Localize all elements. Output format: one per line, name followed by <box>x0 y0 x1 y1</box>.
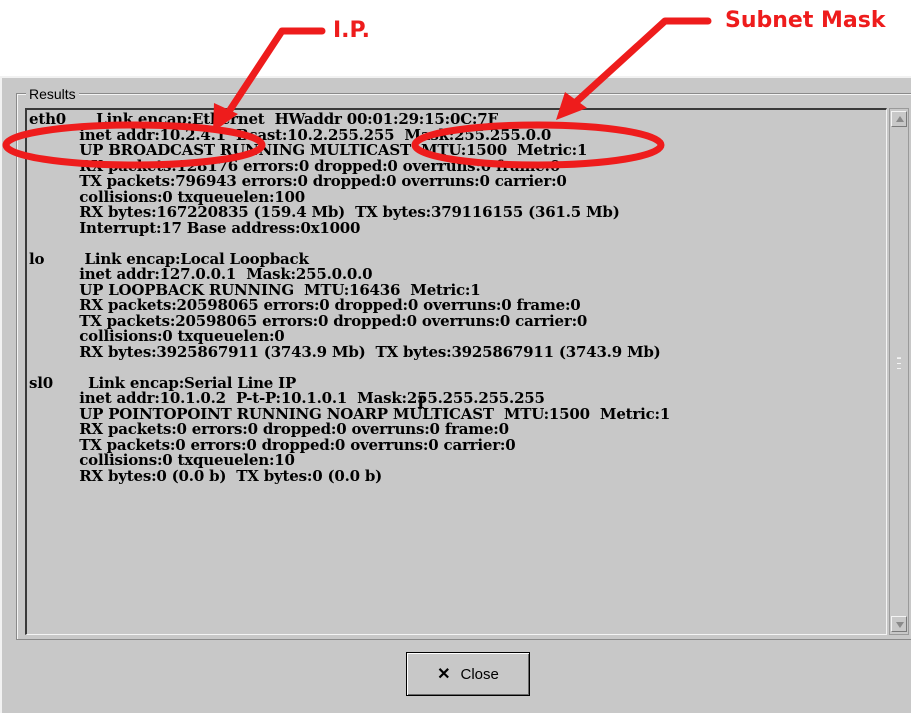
subnet-highlight-ellipse <box>411 121 665 169</box>
ip-arrow-line <box>224 27 326 117</box>
subnet-arrow-line <box>572 17 712 106</box>
ip-highlight-ellipse <box>2 121 266 169</box>
annotation-overlay <box>2 17 712 169</box>
